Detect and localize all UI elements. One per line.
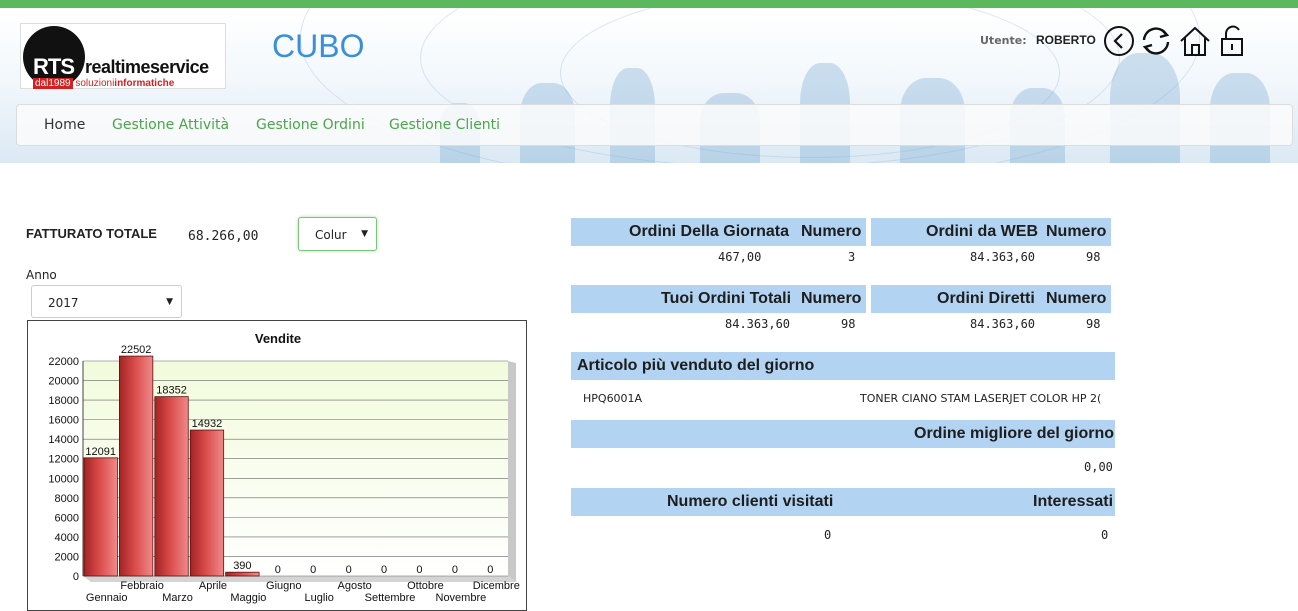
data-label: 22502 (121, 344, 152, 356)
y-tick-label: 4000 (55, 532, 79, 544)
data-label: 0 (416, 564, 422, 576)
x-tick-label: Luglio (305, 592, 334, 604)
ordini-web-count: 98 (1086, 250, 1101, 264)
y-tick-label: 8000 (55, 493, 79, 505)
x-tick-label: Gennaio (86, 592, 128, 604)
data-label: 0 (487, 564, 493, 576)
x-tick-label: Settembre (365, 592, 416, 604)
home-icon[interactable] (1178, 24, 1212, 58)
data-label: 390 (233, 560, 251, 572)
articolo-desc: TONER CIANO STAM LASERJET COLOR HP 2( (860, 392, 1102, 405)
ordini-giornata-header: Ordini Della Giornata Numero (571, 218, 866, 246)
y-tick-label: 0 (73, 571, 79, 583)
nav-home[interactable]: Home (44, 117, 85, 133)
y-tick-label: 18000 (48, 395, 79, 407)
back-circle-icon[interactable] (1102, 24, 1136, 58)
x-tick-label: Marzo (162, 592, 193, 604)
page-title: CUBO (272, 28, 365, 64)
chart-title: Vendite (255, 331, 301, 346)
ordini-giornata-value: 467,00 (718, 250, 762, 264)
x-tick-label: Novembre (436, 592, 487, 604)
ordini-totali-count: 98 (841, 317, 856, 331)
caret-down-icon: ▼ (361, 229, 368, 239)
y-tick-label: 10000 (48, 473, 79, 485)
ordini-totali-header: Tuoi Ordini Totali Numero (571, 285, 866, 313)
data-label: 0 (275, 564, 281, 576)
nav-gestione-ordini[interactable]: Gestione Ordini (256, 117, 365, 133)
plot-side-wall (508, 361, 516, 582)
y-tick-label: 16000 (48, 415, 79, 427)
main-navbar: Home Gestione Attività Gestione Ordini G… (16, 104, 1293, 146)
fatturato-totale-label: FATTURATO TOTALE (26, 226, 157, 241)
y-tick-label: 2000 (55, 551, 79, 563)
data-label: 18352 (156, 385, 187, 397)
anno-select-value: 2017 (48, 296, 79, 310)
clienti-interessati-value: 0 (1101, 528, 1109, 542)
user-name: ROBERTO (1036, 33, 1096, 47)
anno-label: Anno (26, 268, 57, 282)
data-label: 14932 (192, 418, 223, 430)
y-tick-label: 20000 (48, 376, 79, 388)
bar-maggio (225, 571, 260, 577)
ordine-migliore-value: 0,00 (1084, 460, 1113, 474)
refresh-icon[interactable] (1138, 24, 1172, 58)
data-label: 0 (346, 564, 352, 576)
clienti-header: Numero clienti visitati Interessati (571, 488, 1115, 516)
x-tick-label: Agosto (338, 580, 372, 592)
articolo-header: Articolo più venduto del giorno (571, 352, 1115, 380)
y-tick-label: 12000 (48, 454, 79, 466)
x-tick-label: Aprile (199, 580, 227, 592)
data-label: 0 (310, 564, 316, 576)
colur-select-value: Colur (315, 228, 347, 242)
vendite-chart: Vendite 0 2000 4000 6000 8000 10000 12000 14000 1… (27, 320, 527, 611)
colur-select[interactable]: Colur ▼ (298, 217, 377, 251)
ordini-web-value: 84.363,60 (970, 250, 1036, 264)
data-label: 0 (452, 564, 458, 576)
x-tick-label: Ottobre (407, 580, 444, 592)
clienti-visitati-value: 0 (824, 528, 832, 542)
bar-marzo (154, 396, 189, 577)
nav-gestione-clienti[interactable]: Gestione Clienti (389, 117, 500, 133)
data-label: 0 (381, 564, 387, 576)
ordine-migliore-header: Ordine migliore del giorno (571, 420, 1115, 448)
top-accent-bar (0, 0, 1298, 8)
vendite-chart-svg: Vendite 0 2000 4000 6000 8000 10000 12000 14000 1… (48, 331, 520, 604)
x-tick-label: Giugno (266, 580, 301, 592)
y-tick-label: 14000 (48, 434, 79, 446)
ordini-giornata-count: 3 (848, 250, 856, 264)
articolo-code: HPQ6001A (583, 392, 643, 405)
user-label: Utente: (980, 34, 1027, 47)
data-label: 12091 (85, 446, 116, 458)
x-tick-label: Dicembre (473, 580, 520, 592)
anno-select[interactable]: 2017 ▼ (31, 285, 182, 318)
ordini-diretti-count: 98 (1086, 317, 1101, 331)
ordini-diretti-header: Ordini Diretti Numero (871, 285, 1111, 313)
unlock-icon[interactable] (1216, 24, 1250, 58)
ordini-web-header: Ordini da WEB Numero (871, 218, 1111, 246)
bar-aprile (189, 429, 225, 577)
x-tick-label: Maggio (230, 592, 266, 604)
ordini-diretti-value: 84.363,60 (970, 317, 1036, 331)
bar-gennaio (83, 457, 118, 577)
y-tick-label: 22000 (48, 356, 79, 368)
ordini-totali-value: 84.363,60 (725, 317, 791, 331)
nav-gestione-attivita[interactable]: Gestione Attività (112, 117, 229, 133)
caret-down-icon: ▼ (166, 297, 173, 307)
y-tick-label: 6000 (55, 512, 79, 524)
company-logo: RTS realtimeservice dal1989 soluzioniinf… (20, 23, 226, 89)
bar-febbraio (119, 355, 154, 577)
x-tick-label: Febbraio (120, 580, 163, 592)
fatturato-totale-value: 68.266,00 (188, 229, 259, 244)
